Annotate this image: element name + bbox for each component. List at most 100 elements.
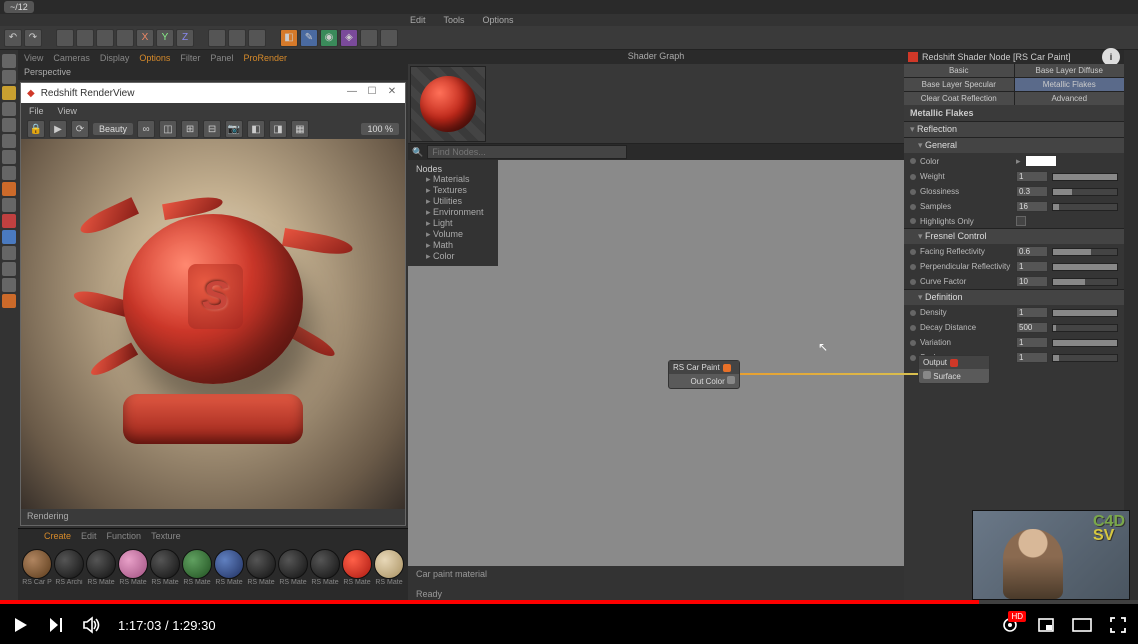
glossiness-slider[interactable] bbox=[1052, 188, 1118, 196]
find-nodes-input[interactable] bbox=[427, 145, 627, 159]
node-cat-color[interactable]: Color bbox=[426, 251, 490, 262]
rv-tool-icon[interactable]: ⊞ bbox=[181, 120, 199, 138]
tab-clear-coat[interactable]: Clear Coat Reflection bbox=[904, 92, 1014, 105]
material-swatch[interactable] bbox=[118, 549, 148, 579]
rv-menu-view[interactable]: View bbox=[58, 106, 77, 116]
rail-icon[interactable] bbox=[2, 70, 16, 84]
scale-input[interactable] bbox=[1016, 352, 1048, 363]
rv-snapshot-icon[interactable]: 📷 bbox=[225, 120, 243, 138]
tab-prorender[interactable]: ProRender bbox=[243, 53, 287, 63]
material-swatch[interactable] bbox=[374, 549, 404, 579]
rail-icon[interactable] bbox=[2, 86, 16, 100]
material-swatch[interactable] bbox=[342, 549, 372, 579]
material-swatch[interactable] bbox=[54, 549, 84, 579]
axis-y-icon[interactable]: Y bbox=[156, 29, 174, 47]
weight-input[interactable] bbox=[1016, 171, 1048, 182]
samples-slider[interactable] bbox=[1052, 203, 1118, 211]
tab-base-diffuse[interactable]: Base Layer Diffuse bbox=[1015, 64, 1125, 77]
node-rs-car-paint[interactable]: RS Car Paint Out Color bbox=[668, 360, 740, 389]
close-icon[interactable]: ✕ bbox=[385, 86, 399, 100]
render-settings-icon[interactable] bbox=[228, 29, 246, 47]
menu-options[interactable]: Options bbox=[483, 15, 514, 25]
material-swatch[interactable] bbox=[182, 549, 212, 579]
render-icon[interactable] bbox=[208, 29, 226, 47]
material-preview[interactable] bbox=[410, 66, 486, 142]
progress-bar[interactable] bbox=[0, 600, 1138, 604]
rv-tool-icon[interactable]: ◨ bbox=[269, 120, 287, 138]
variation-input[interactable] bbox=[1016, 337, 1048, 348]
rail-icon[interactable] bbox=[2, 230, 16, 244]
rv-crop-icon[interactable]: ◫ bbox=[159, 120, 177, 138]
rv-mode-dropdown[interactable]: Beauty bbox=[93, 123, 133, 135]
rail-icon[interactable] bbox=[2, 166, 16, 180]
spline-icon[interactable]: ✎ bbox=[300, 29, 318, 47]
render-view[interactable]: S bbox=[21, 139, 405, 509]
next-icon[interactable] bbox=[46, 615, 66, 635]
material-swatch[interactable] bbox=[86, 549, 116, 579]
node-cat-materials[interactable]: Materials bbox=[426, 174, 490, 185]
node-connection-wire[interactable] bbox=[740, 373, 920, 375]
density-slider[interactable] bbox=[1052, 309, 1118, 317]
section-fresnel[interactable]: Fresnel Control bbox=[904, 228, 1124, 244]
rv-tool-icon[interactable]: ◧ bbox=[247, 120, 265, 138]
tab-edit[interactable]: Edit bbox=[81, 531, 97, 543]
minimize-icon[interactable]: — bbox=[345, 86, 359, 100]
tab-basic[interactable]: Basic bbox=[904, 64, 1014, 77]
theater-icon[interactable] bbox=[1072, 615, 1092, 635]
rv-tool-icon[interactable]: ⊟ bbox=[203, 120, 221, 138]
density-input[interactable] bbox=[1016, 307, 1048, 318]
tab-function[interactable]: Function bbox=[107, 531, 142, 543]
tab-create[interactable]: Create bbox=[44, 531, 71, 543]
node-output-dot-icon[interactable] bbox=[723, 364, 731, 372]
rail-icon[interactable] bbox=[2, 198, 16, 212]
material-swatch[interactable] bbox=[214, 549, 244, 579]
generator-icon[interactable]: ◉ bbox=[320, 29, 338, 47]
rv-play-icon[interactable]: ▶ bbox=[49, 120, 67, 138]
volume-icon[interactable] bbox=[82, 615, 102, 635]
play-icon[interactable] bbox=[10, 615, 30, 635]
rail-icon[interactable] bbox=[2, 246, 16, 260]
node-cat-volume[interactable]: Volume bbox=[426, 229, 490, 240]
port-icon[interactable] bbox=[727, 376, 735, 384]
rv-zoom-dropdown[interactable]: 100 % bbox=[361, 123, 399, 135]
tool-icon[interactable] bbox=[360, 29, 378, 47]
section-definition[interactable]: Definition bbox=[904, 289, 1124, 305]
rv-refresh-icon[interactable]: ⟳ bbox=[71, 120, 89, 138]
perp-slider[interactable] bbox=[1052, 263, 1118, 271]
rail-icon[interactable] bbox=[2, 118, 16, 132]
section-reflection[interactable]: Reflection bbox=[904, 121, 1124, 137]
rv-lock-icon[interactable]: 🔒 bbox=[27, 120, 45, 138]
miniplayer-icon[interactable] bbox=[1036, 615, 1056, 635]
curve-input[interactable] bbox=[1016, 276, 1048, 287]
rv-tool-icon[interactable]: ∞ bbox=[137, 120, 155, 138]
tab-cameras[interactable]: Cameras bbox=[53, 53, 90, 63]
rail-icon[interactable] bbox=[2, 214, 16, 228]
node-cat-utilities[interactable]: Utilities bbox=[426, 196, 490, 207]
tool-icon[interactable] bbox=[96, 29, 114, 47]
node-cat-light[interactable]: Light bbox=[426, 218, 490, 229]
facing-slider[interactable] bbox=[1052, 248, 1118, 256]
tab-display[interactable]: Display bbox=[100, 53, 130, 63]
undo-icon[interactable]: ↶ bbox=[4, 29, 22, 47]
curve-slider[interactable] bbox=[1052, 278, 1118, 286]
node-output-dot-icon[interactable] bbox=[950, 359, 958, 367]
tab-advanced[interactable]: Advanced bbox=[1015, 92, 1125, 105]
tab-metallic-flakes[interactable]: Metallic Flakes bbox=[1015, 78, 1125, 91]
decay-slider[interactable] bbox=[1052, 324, 1118, 332]
rail-icon[interactable] bbox=[2, 294, 16, 308]
decay-input[interactable] bbox=[1016, 322, 1048, 333]
weight-slider[interactable] bbox=[1052, 173, 1118, 181]
perp-input[interactable] bbox=[1016, 261, 1048, 272]
node-output[interactable]: Output Surface bbox=[918, 355, 990, 384]
graph-canvas[interactable]: RS Car Paint Out Color Output Surface ↖ bbox=[498, 160, 904, 566]
tab-view[interactable]: View bbox=[24, 53, 43, 63]
node-cat-textures[interactable]: Textures bbox=[426, 185, 490, 196]
node-cat-math[interactable]: Math bbox=[426, 240, 490, 251]
axis-x-icon[interactable]: X bbox=[136, 29, 154, 47]
menu-tools[interactable]: Tools bbox=[444, 15, 465, 25]
picture-viewer-icon[interactable] bbox=[248, 29, 266, 47]
settings-icon[interactable]: HD bbox=[1000, 615, 1020, 635]
rv-menu-file[interactable]: File bbox=[29, 106, 44, 116]
rail-icon[interactable] bbox=[2, 262, 16, 276]
material-swatch[interactable] bbox=[246, 549, 276, 579]
